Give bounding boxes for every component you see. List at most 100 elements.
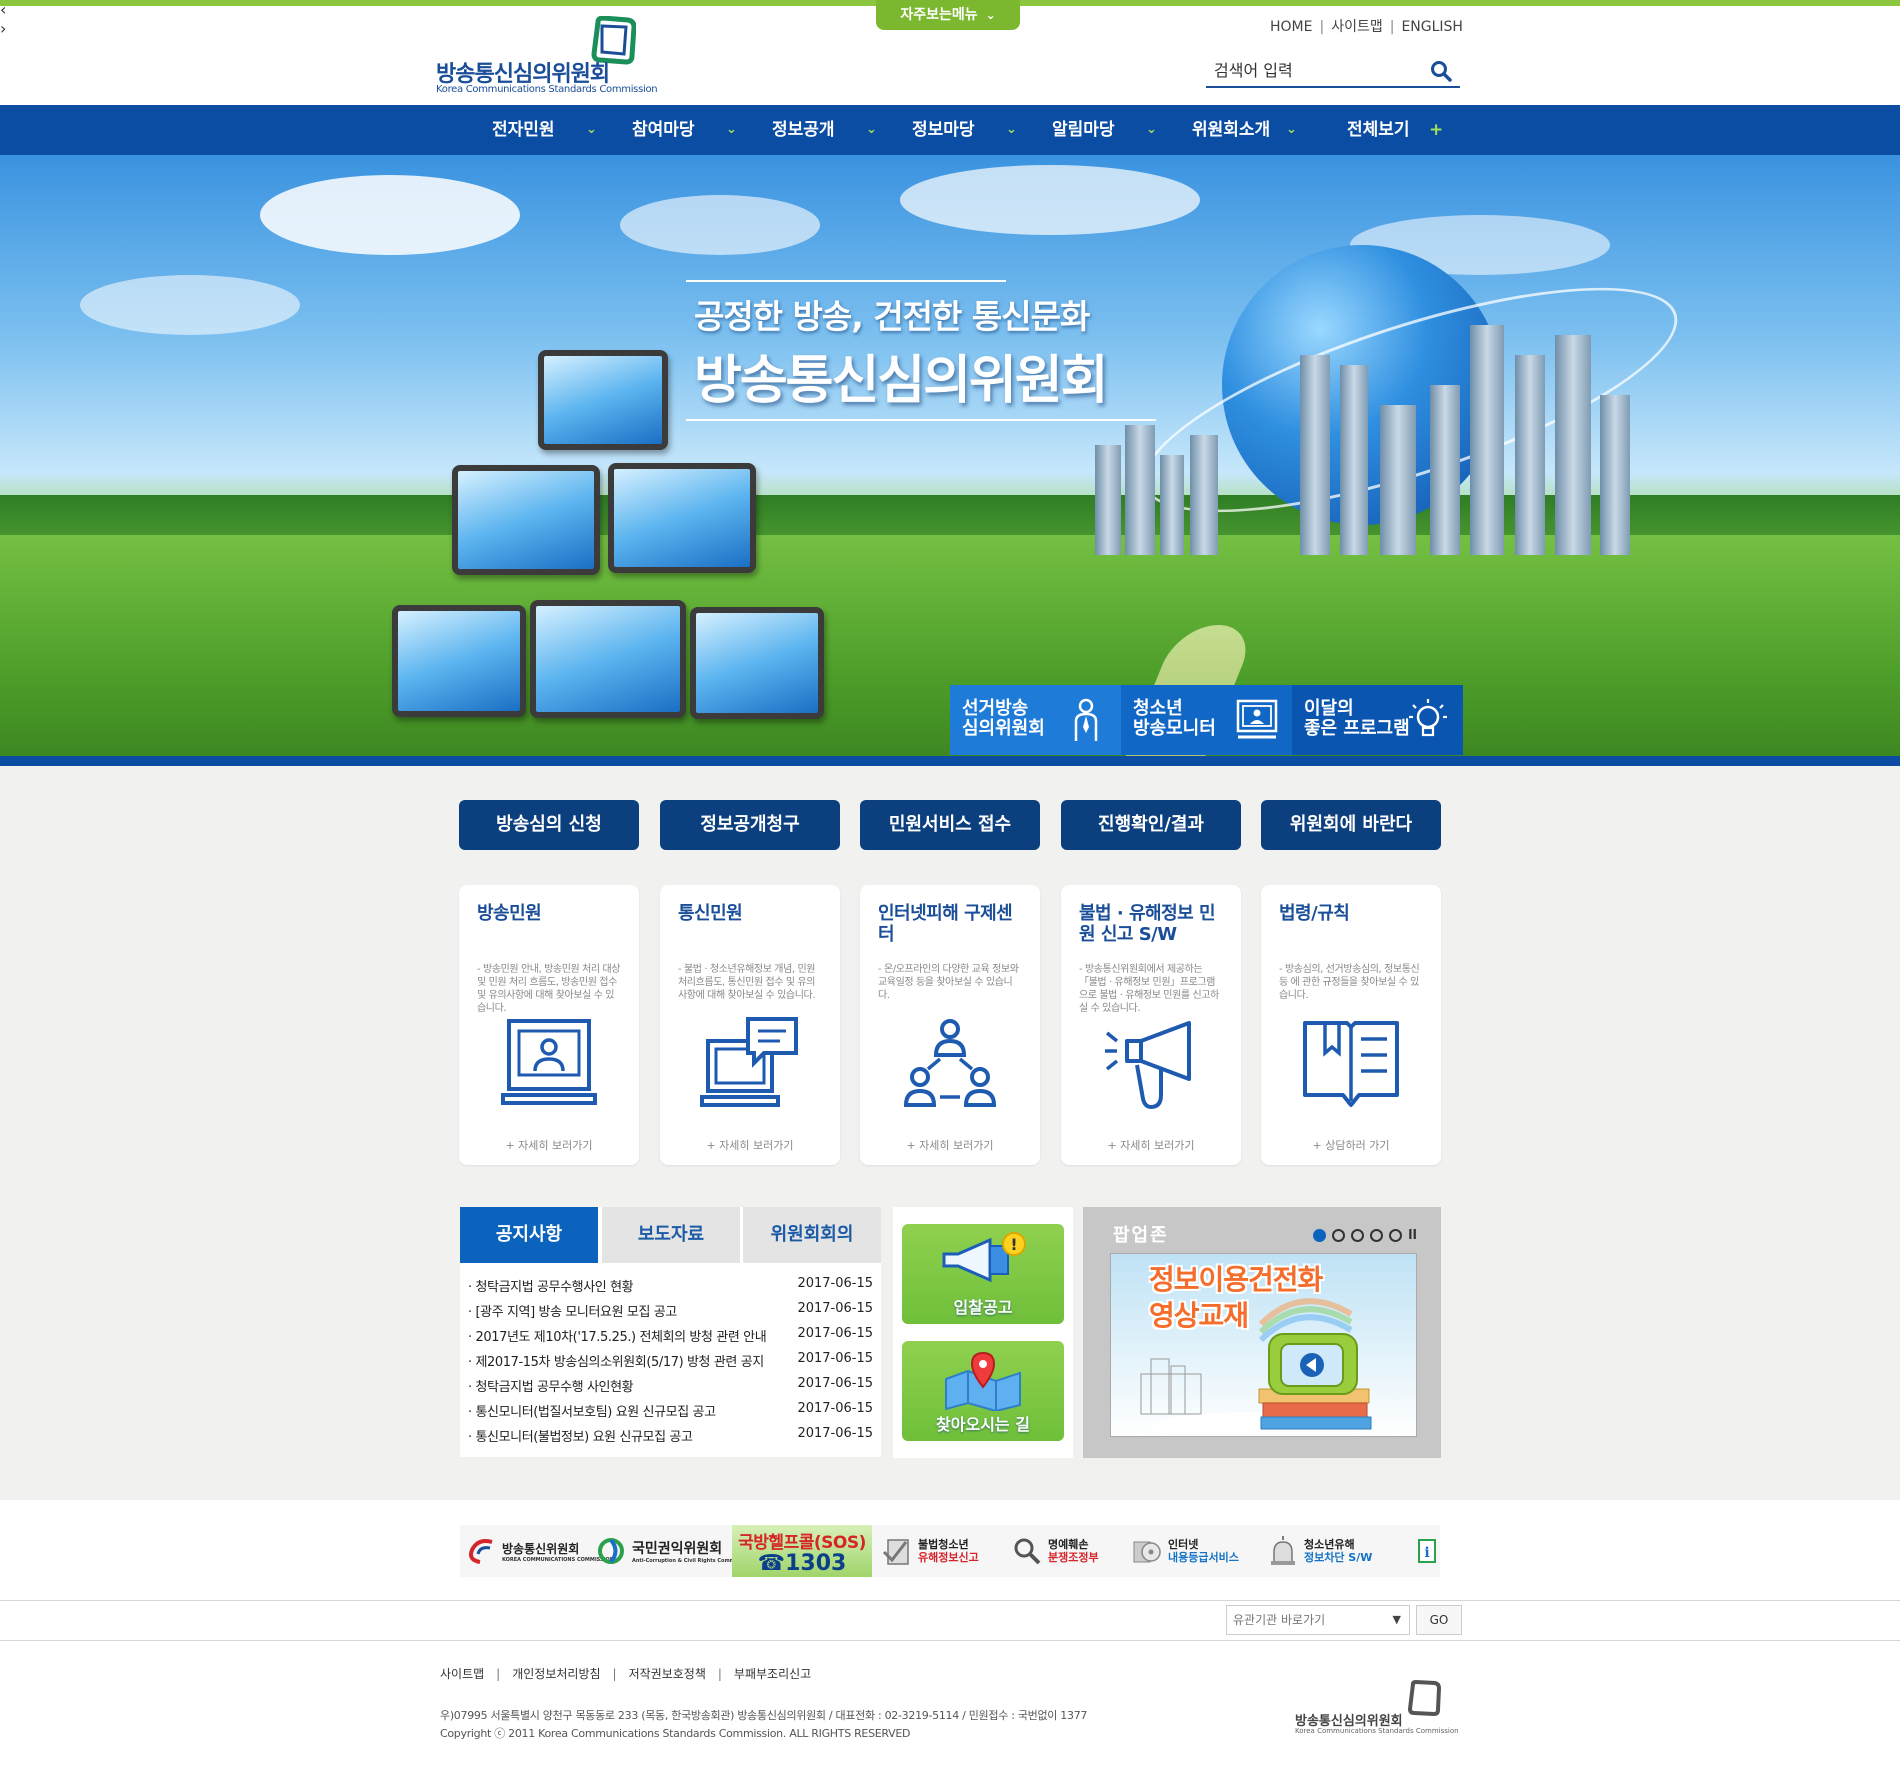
notice-row[interactable]: · [광주 지역] 방송 모니터요원 모집 공고 2017-06-15 (468, 1297, 873, 1322)
bid-notice-tile[interactable]: ! 입찰공고 (902, 1224, 1064, 1324)
card-illegal-info-report[interactable]: 불법 · 유해정보 민원 신고 S/W - 방송통신위원회에서 제공하는 「불법… (1061, 885, 1241, 1165)
info-disclosure-request-button[interactable]: 정보공개청구 (660, 800, 840, 850)
nav-item-about[interactable]: 위원회소개 ⌄ (1192, 105, 1297, 155)
phone-icon: ☎ (757, 1551, 786, 1576)
card-more-link[interactable]: + 자세히 보러가기 (660, 1137, 840, 1153)
map-pin-icon (945, 1351, 1021, 1411)
related-agency-select[interactable]: 유관기관 바로가기 ▼ (1226, 1605, 1410, 1635)
tv-screen-image (392, 605, 526, 717)
nav-item-view-all[interactable]: 전체보기 + (1347, 105, 1443, 155)
acrc-logo-icon (598, 1538, 624, 1564)
lightbulb-icon (1409, 699, 1447, 737)
building (1300, 355, 1330, 555)
nav-item-notice-yard[interactable]: 알림마당 ⌄ (1052, 105, 1157, 155)
card-broadcast-complaint[interactable]: 방송민원 - 방송민원 안내, 방송민원 처리 대상 및 민원 처리 흐름도, … (459, 885, 639, 1165)
notice-board: 공지사항 보도자료 위원회회의 · 청탁금지법 공무수행사인 현황 2017-06… (460, 1207, 881, 1457)
svg-text:i: i (1424, 1545, 1429, 1561)
popup-banner[interactable]: 정보이용건전화 영상교재 (1110, 1253, 1417, 1437)
quick-tiles: ! 입찰공고 찾아오시는 길 (893, 1207, 1073, 1458)
tab-notice[interactable]: 공지사항 (460, 1207, 598, 1263)
notice-date: 2017-06-15 (797, 1376, 873, 1391)
card-laws-rules[interactable]: 법령/규칙 - 방송심의, 선거방송심의, 정보통신 등 에 관한 규정들을 찾… (1261, 885, 1441, 1165)
tv-screen-image (538, 350, 668, 450)
util-english-link[interactable]: ENGLISH (1401, 19, 1463, 35)
pause-icon[interactable]: ll (1408, 1228, 1417, 1243)
building (1340, 365, 1368, 555)
footer-link-sitemap[interactable]: 사이트맵 (440, 1667, 484, 1681)
card-more-link[interactable]: + 자세히 보러가기 (860, 1137, 1040, 1153)
notice-row[interactable]: · 청탁금지법 공무수행사인 현황 2017-06-15 (468, 1272, 873, 1297)
search-input[interactable] (1206, 54, 1416, 84)
cloud (260, 175, 520, 255)
quick-link-election[interactable]: 선거방송 심의위원회 (950, 685, 1121, 755)
building (1160, 455, 1184, 555)
pagination-dot[interactable] (1313, 1229, 1327, 1242)
nav-item-info-disclosure[interactable]: 정보공개 ⌄ (772, 105, 877, 155)
sos-title: 국방헬프콜(SOS) (738, 1533, 866, 1553)
nav-item-e-complaint[interactable]: 전자민원 ⌄ (492, 105, 597, 155)
card-more-link[interactable]: + 자세히 보러가기 (459, 1137, 639, 1153)
popup-pagination: ll (1307, 1225, 1417, 1244)
megaphone-icon (1105, 1021, 1191, 1110)
alarm-light-icon (1271, 1536, 1295, 1565)
card-title: 방송민원 (477, 903, 542, 924)
related-site-line: 분쟁조정부 (1048, 1551, 1099, 1564)
related-site-kcc[interactable]: 방송통신위원회 KOREA COMMUNICATIONS COMMISSION (466, 1525, 614, 1577)
progress-result-button[interactable]: 진행확인/결과 (1061, 800, 1241, 850)
building (1380, 405, 1416, 555)
civil-service-request-button[interactable]: 민원서비스 접수 (860, 800, 1040, 850)
related-site-line: 인터넷 (1168, 1538, 1199, 1551)
suggestion-button[interactable]: 위원회에 바란다 (1261, 800, 1441, 850)
notice-row[interactable]: · 통신모니터(불법정보) 요원 신규모집 공고 2017-06-15 (468, 1422, 873, 1447)
util-home-link[interactable]: HOME (1270, 19, 1312, 35)
notice-title: · 청탁금지법 공무수행 사인현황 (468, 1380, 634, 1395)
nav-item-participation[interactable]: 참여마당 ⌄ (632, 105, 737, 155)
pagination-dot[interactable] (1370, 1229, 1384, 1242)
notice-row[interactable]: · 청탁금지법 공무수행 사인현황 2017-06-15 (468, 1372, 873, 1397)
logo-eng: Korea Communications Standards Commissio… (436, 84, 658, 95)
notice-row[interactable]: · 통신모니터(법질서보호팀) 요원 신규모집 공고 2017-06-15 (468, 1397, 873, 1422)
search-icon[interactable] (1430, 60, 1452, 82)
notice-row[interactable]: · 제2017-15차 방송심의소위원회(5/17) 방청 관련 공지 2017-… (468, 1347, 873, 1372)
directions-tile[interactable]: 찾아오시는 길 (902, 1341, 1064, 1441)
disc-icon (1133, 1541, 1161, 1563)
card-more-link[interactable]: + 자세히 보러가기 (1061, 1137, 1241, 1153)
chevron-down-icon: ⌄ (866, 122, 877, 137)
site-logo[interactable]: 방송통신심의위원회 Korea Communications Standards… (436, 14, 658, 95)
related-site-line: 불법청소년 (918, 1538, 969, 1551)
related-site-sos-helpcall[interactable]: 국방헬프콜(SOS) ☎1303 (732, 1525, 872, 1577)
pagination-dot[interactable] (1332, 1229, 1346, 1242)
related-site-content-rating[interactable]: 인터넷 내용등급서비스 (1132, 1525, 1239, 1577)
footer-link-copyright[interactable]: 저작권보호정책 (629, 1667, 706, 1681)
related-site-acrc[interactable]: 국민권익위원회 Anti-Corruption & Civil Rights Co… (596, 1525, 751, 1577)
related-site-youth-block-sw[interactable]: 청소년유해 정보차단 S/W (1268, 1525, 1372, 1577)
card-more-link[interactable]: + 상담하러 가기 (1261, 1137, 1441, 1153)
card-internet-damage-center[interactable]: 인터넷피해 구제센터 - 온/오프라인의 다양한 교육 정보와 교육일정 등을 … (860, 885, 1040, 1165)
related-site-info[interactable]: i (1418, 1525, 1442, 1577)
notice-title: · 통신모니터(법질서보호팀) 요원 신규모집 공고 (468, 1405, 716, 1420)
tab-press-release[interactable]: 보도자료 (602, 1207, 740, 1263)
building (1430, 385, 1460, 555)
notice-date: 2017-06-15 (797, 1401, 873, 1416)
related-site-youth-harmful[interactable]: 불법청소년 유해정보신고 (882, 1525, 979, 1577)
logo-mark-icon (1407, 1680, 1441, 1716)
pagination-dot[interactable] (1351, 1229, 1365, 1242)
hero-title: 방송통신심의위원회 (694, 351, 1109, 411)
apply-broadcast-review-button[interactable]: 방송심의 신청 (459, 800, 639, 850)
go-button[interactable]: GO (1416, 1605, 1462, 1635)
card-telecom-complaint[interactable]: 통신민원 - 불법 · 청소년유해정보 개념, 민원 처리흐름도, 통신민원 접… (660, 885, 840, 1165)
quick-link-good-program[interactable]: 이달의 좋은 프로그램 (1292, 685, 1463, 755)
megaphone-alert-icon: ! (942, 1232, 1026, 1283)
chevron-down-icon: ⌄ (1006, 122, 1017, 137)
triangle-down-icon: ▼ (1392, 1613, 1401, 1626)
footer-link-corruption-report[interactable]: 부패부조리신고 (734, 1667, 811, 1681)
quick-link-youth-monitor[interactable]: 청소년 방송모니터 (1121, 685, 1292, 755)
util-sitemap-link[interactable]: 사이트맵 (1331, 19, 1383, 35)
pagination-dot[interactable] (1389, 1229, 1403, 1242)
quick-menu-button[interactable]: 자주보는메뉴 ⌄ (876, 0, 1020, 30)
tab-committee-meeting[interactable]: 위원회회의 (743, 1207, 881, 1263)
related-site-defamation[interactable]: 명예훼손 분쟁조정부 (1012, 1525, 1099, 1577)
nav-item-info-yard[interactable]: 정보마당 ⌄ (912, 105, 1017, 155)
notice-row[interactable]: · 2017년도 제10차('17.5.25.) 전체회의 방청 관련 안내 20… (468, 1322, 873, 1347)
footer-link-privacy[interactable]: 개인정보처리방침 (512, 1667, 600, 1681)
